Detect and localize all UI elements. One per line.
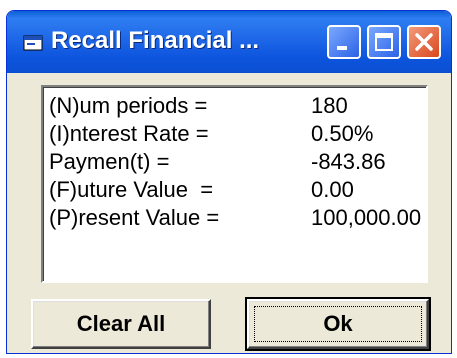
row-label: (P)resent Value = <box>49 205 220 230</box>
row-value: 0.50% <box>311 121 374 146</box>
clear-all-button[interactable]: Clear All <box>31 299 211 349</box>
minimize-button[interactable] <box>327 25 361 59</box>
list-item-payment[interactable]: Paymen(t) = -843.86 <box>49 149 386 177</box>
row-value: 100,000.00 <box>311 205 422 230</box>
close-button[interactable] <box>407 25 441 59</box>
title-bar[interactable]: Recall Financial ... <box>7 11 451 73</box>
recall-financial-window: Recall Financial ... (N)um periods = 180… <box>6 10 452 354</box>
row-label: (I)nterest Rate = <box>49 121 209 146</box>
financial-values-list[interactable]: (N)um periods = 180 (I)nterest Rate = 0.… <box>41 85 428 283</box>
minimize-icon <box>337 46 347 50</box>
row-value: -843.86 <box>311 149 386 174</box>
ok-button-label: Ok <box>254 306 422 342</box>
app-icon <box>23 35 43 51</box>
row-label: Paymen(t) = <box>49 149 170 174</box>
list-item-present-value[interactable]: (P)resent Value = 100,000.00 <box>49 205 421 233</box>
list-item-interest-rate[interactable]: (I)nterest Rate = 0.50% <box>49 121 373 149</box>
row-value: 0.00 <box>311 177 354 202</box>
window-title: Recall Financial ... <box>51 27 260 54</box>
maximize-icon <box>375 33 393 51</box>
list-item-future-value[interactable]: (F)uture Value = 0.00 <box>49 177 354 205</box>
ok-button[interactable]: Ok <box>245 297 431 351</box>
row-label: (F)uture Value = <box>49 177 214 202</box>
close-icon <box>415 33 433 51</box>
list-item-num-periods[interactable]: (N)um periods = 180 <box>49 93 348 121</box>
maximize-button[interactable] <box>367 25 401 59</box>
row-value: 180 <box>311 93 348 118</box>
row-label: (N)um periods = <box>49 93 208 118</box>
